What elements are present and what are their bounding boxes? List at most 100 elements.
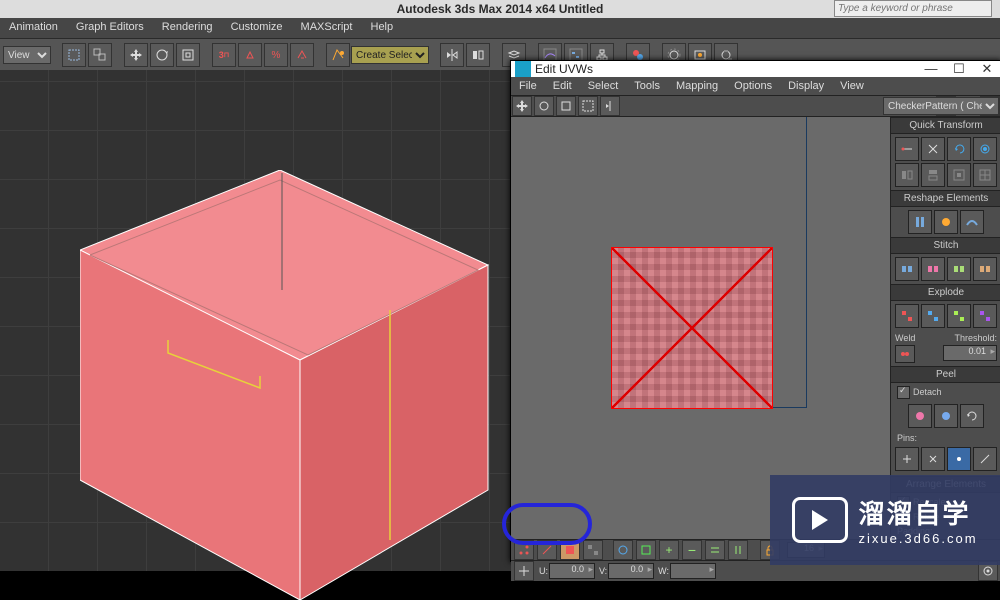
peel-reset-icon[interactable] bbox=[960, 404, 984, 428]
menu-customize[interactable]: Customize bbox=[222, 18, 292, 38]
uvw-titlebar[interactable]: Edit UVWs — ☐ ✕ bbox=[511, 61, 1000, 77]
uvw-menubar: FileEditSelectToolsMappingOptionsDisplay… bbox=[511, 77, 1000, 95]
search-input[interactable] bbox=[834, 0, 992, 17]
minimize-button[interactable]: — bbox=[917, 61, 945, 77]
stitch-2-icon[interactable] bbox=[921, 257, 945, 281]
threshold-spinner[interactable]: 0.01 bbox=[943, 345, 997, 361]
panel-explode[interactable]: Explode bbox=[891, 284, 1000, 301]
u-label: U: bbox=[539, 566, 548, 576]
maximize-button[interactable]: ☐ bbox=[945, 61, 973, 77]
explode-2-icon[interactable] bbox=[921, 304, 945, 328]
qt-xvert-icon[interactable] bbox=[921, 137, 945, 161]
window-crossing-icon[interactable] bbox=[88, 43, 112, 67]
uvw-scale-icon[interactable] bbox=[556, 96, 576, 116]
shrink-sel-icon[interactable]: − bbox=[682, 540, 702, 560]
watermark-title: 溜溜自学 bbox=[858, 494, 977, 531]
explode-3-icon[interactable] bbox=[947, 304, 971, 328]
move-icon[interactable] bbox=[124, 43, 148, 67]
explode-4-icon[interactable] bbox=[973, 304, 997, 328]
edit-selection-sets-icon[interactable] bbox=[326, 43, 350, 67]
stitch-4-icon[interactable] bbox=[973, 257, 997, 281]
scale-icon[interactable] bbox=[176, 43, 200, 67]
panel-peel[interactable]: Peel bbox=[891, 366, 1000, 383]
threshold-label: Threshold: bbox=[954, 333, 997, 343]
loop-sel-icon[interactable] bbox=[705, 540, 725, 560]
rotate-icon[interactable] bbox=[150, 43, 174, 67]
uvw-mirror-icon[interactable] bbox=[600, 96, 620, 116]
qt-flip-v-icon[interactable] bbox=[921, 163, 945, 187]
w-label: W: bbox=[658, 566, 669, 576]
qt-rotcw-icon[interactable] bbox=[947, 137, 971, 161]
pin-remove-icon[interactable] bbox=[921, 447, 945, 471]
pin-active-icon[interactable] bbox=[947, 447, 971, 471]
qt-grid-icon[interactable] bbox=[973, 163, 997, 187]
uvw-title-text: Edit UVWs bbox=[535, 62, 593, 76]
watermark-play-icon bbox=[792, 497, 848, 543]
spinner-snap-icon[interactable] bbox=[290, 43, 314, 67]
qt-rotccw-icon[interactable] bbox=[973, 137, 997, 161]
qt-fit-icon[interactable] bbox=[947, 163, 971, 187]
menu-help[interactable]: Help bbox=[362, 18, 403, 38]
menu-animation[interactable]: Animation bbox=[0, 18, 67, 38]
uvw-rotate-icon[interactable] bbox=[534, 96, 554, 116]
main-menubar: AnimationGraph EditorsRenderingCustomize… bbox=[0, 18, 1000, 38]
sel-by-element-icon[interactable] bbox=[636, 540, 656, 560]
ring-sel-icon[interactable] bbox=[728, 540, 748, 560]
peel-mode-icon[interactable] bbox=[934, 404, 958, 428]
grow-sel-icon[interactable]: + bbox=[659, 540, 679, 560]
stitch-1-icon[interactable] bbox=[895, 257, 919, 281]
stitch-3-icon[interactable] bbox=[947, 257, 971, 281]
uvw-menu-file[interactable]: File bbox=[511, 77, 545, 95]
transform-absolute-icon[interactable] bbox=[514, 561, 534, 581]
explode-1-icon[interactable] bbox=[895, 304, 919, 328]
panel-stitch[interactable]: Stitch bbox=[891, 237, 1000, 254]
detach-label: Detach bbox=[913, 387, 942, 397]
uvw-toolbar: UV CheckerPattern ( Checker ) bbox=[511, 95, 1000, 117]
align-icon[interactable] bbox=[466, 43, 490, 67]
uvw-menu-tools[interactable]: Tools bbox=[626, 77, 668, 95]
reshape-straighten-icon[interactable] bbox=[908, 210, 932, 234]
detach-checkbox[interactable] bbox=[897, 386, 910, 399]
qt-align-icon[interactable] bbox=[895, 137, 919, 161]
v-label: V: bbox=[599, 566, 607, 576]
menu-rendering[interactable]: Rendering bbox=[153, 18, 222, 38]
watermark-url: zixue.3d66.com bbox=[858, 531, 977, 546]
uvw-freeform-icon[interactable] bbox=[578, 96, 598, 116]
panel-quick-transform[interactable]: Quick Transform bbox=[891, 117, 1000, 134]
sel-element-icon[interactable] bbox=[583, 540, 603, 560]
peel-quick-icon[interactable] bbox=[908, 404, 932, 428]
qt-flip-h-icon[interactable] bbox=[895, 163, 919, 187]
panel-reshape[interactable]: Reshape Elements bbox=[891, 190, 1000, 207]
named-selection-dropdown[interactable]: Create Selection Se bbox=[351, 46, 429, 64]
uvw-selected-face[interactable] bbox=[611, 247, 773, 409]
view-dropdown[interactable]: View bbox=[3, 46, 51, 64]
selection-region-icon[interactable] bbox=[62, 43, 86, 67]
u-value[interactable]: 0.0 bbox=[549, 563, 595, 579]
menu-maxscript[interactable]: MAXScript bbox=[292, 18, 362, 38]
uvw-menu-select[interactable]: Select bbox=[580, 77, 627, 95]
v-value[interactable]: 0.0 bbox=[608, 563, 654, 579]
reshape-relax-icon[interactable] bbox=[934, 210, 958, 234]
viewport-cube[interactable] bbox=[80, 170, 500, 600]
pin-add-icon[interactable] bbox=[895, 447, 919, 471]
pin-clear-icon[interactable] bbox=[973, 447, 997, 471]
uvw-menu-view[interactable]: View bbox=[832, 77, 872, 95]
snap-3-icon[interactable]: 3⊓ bbox=[212, 43, 236, 67]
mirror-icon[interactable] bbox=[440, 43, 464, 67]
weld-label: Weld bbox=[895, 333, 915, 343]
map-channel-dropdown[interactable]: CheckerPattern ( Checker ) bbox=[883, 97, 999, 115]
soft-sel-icon[interactable] bbox=[613, 540, 633, 560]
uvw-move-icon[interactable] bbox=[512, 96, 532, 116]
weld-button-icon[interactable] bbox=[895, 345, 915, 363]
w-value[interactable] bbox=[670, 563, 716, 579]
angle-snap-icon[interactable] bbox=[238, 43, 262, 67]
menu-graph-editors[interactable]: Graph Editors bbox=[67, 18, 153, 38]
uvw-menu-mapping[interactable]: Mapping bbox=[668, 77, 726, 95]
uvw-menu-display[interactable]: Display bbox=[780, 77, 832, 95]
percent-snap-icon[interactable]: % bbox=[264, 43, 288, 67]
close-button[interactable]: ✕ bbox=[973, 61, 1000, 77]
uvw-menu-edit[interactable]: Edit bbox=[545, 77, 580, 95]
uvw-menu-options[interactable]: Options bbox=[726, 77, 780, 95]
uvw-window-icon bbox=[515, 61, 531, 77]
reshape-unfold-icon[interactable] bbox=[960, 210, 984, 234]
